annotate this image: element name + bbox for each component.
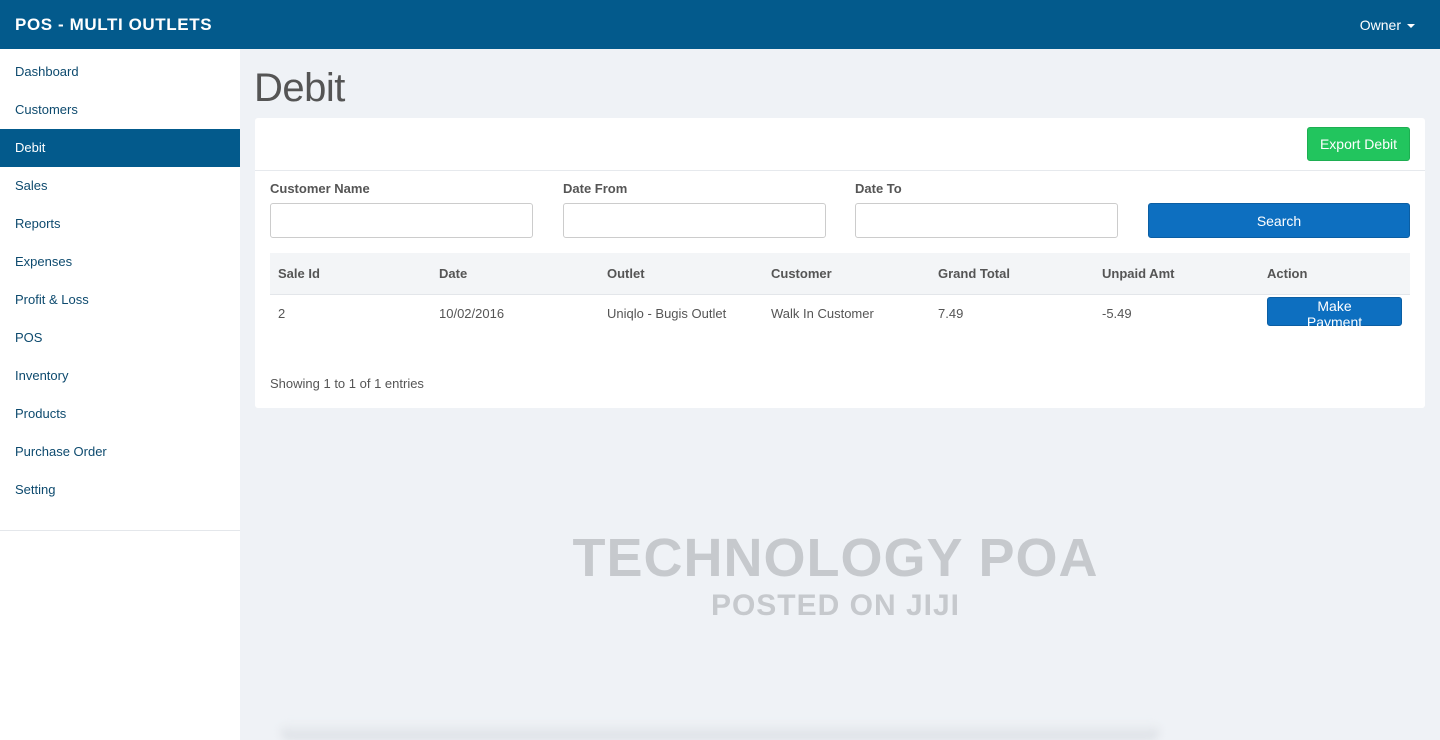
date-from-input[interactable]: [563, 203, 826, 238]
header-unpaid-amt[interactable]: Unpaid Amt: [1094, 253, 1259, 295]
header-date[interactable]: Date: [431, 253, 599, 295]
caret-down-icon: [1407, 23, 1415, 28]
sidebar-item-profit-loss[interactable]: Profit & Loss: [0, 281, 240, 319]
date-to-input[interactable]: [855, 203, 1118, 238]
cell-outlet: Uniqlo - Bugis Outlet: [607, 305, 727, 321]
sidebar-item-dashboard[interactable]: Dashboard: [0, 53, 240, 91]
user-menu[interactable]: Owner: [1360, 17, 1415, 33]
sidebar-item-inventory[interactable]: Inventory: [0, 357, 240, 395]
main-content: Debit Export Debit Customer Name Date Fr…: [240, 49, 1440, 740]
search-button[interactable]: Search: [1148, 203, 1410, 238]
cell-sale-id: 2: [278, 305, 286, 321]
sidebar-item-reports[interactable]: Reports: [0, 205, 240, 243]
sidebar-item-debit[interactable]: Debit: [0, 129, 240, 167]
export-debit-button[interactable]: Export Debit: [1306, 127, 1410, 161]
sidebar-item-expenses[interactable]: Expenses: [0, 243, 240, 281]
sidebar-item-customers[interactable]: Customers: [0, 91, 240, 129]
debit-table: Sale Id Date Outlet Customer Grand Total…: [270, 253, 1410, 332]
cell-customer: Walk In Customer: [771, 305, 874, 321]
table-header-row: Sale Id Date Outlet Customer Grand Total…: [270, 253, 1410, 295]
cell-grand-total: 7.49: [938, 305, 964, 321]
date-to-field: Date To: [855, 181, 1118, 238]
cell-unpaid-amt: -5.49: [1102, 305, 1132, 321]
top-navbar: POS - MULTI OUTLETS Owner: [0, 0, 1440, 49]
header-sale-id[interactable]: Sale Id: [270, 253, 431, 295]
sidebar-item-setting[interactable]: Setting: [0, 471, 240, 509]
customer-name-field: Customer Name: [270, 181, 533, 238]
header-action: Action: [1259, 253, 1410, 295]
table-info: Showing 1 to 1 of 1 entries: [270, 376, 424, 391]
sidebar-item-products[interactable]: Products: [0, 395, 240, 433]
header-grand-total[interactable]: Grand Total: [930, 253, 1094, 295]
sidebar-item-pos[interactable]: POS: [0, 319, 240, 357]
date-from-field: Date From: [563, 181, 826, 238]
sidebar-item-sales[interactable]: Sales: [0, 167, 240, 205]
page-title: Debit: [254, 66, 345, 110]
user-name: Owner: [1359, 16, 1401, 33]
debit-panel: Export Debit Customer Name Date From Dat…: [255, 118, 1425, 408]
cell-date: 10/02/2016: [439, 305, 505, 321]
filter-form: Customer Name Date From Date To Search: [270, 181, 1410, 241]
table-row: 2 10/02/2016 Uniqlo - Bugis Outlet Walk …: [270, 294, 1410, 332]
customer-name-input[interactable]: [270, 203, 533, 238]
sidebar-item-purchase-order[interactable]: Purchase Order: [0, 433, 240, 471]
customer-name-label: Customer Name: [270, 181, 370, 196]
header-outlet[interactable]: Outlet: [599, 253, 763, 295]
date-from-label: Date From: [563, 181, 628, 196]
sidebar-nav: Dashboard Customers Debit Sales Reports …: [0, 49, 240, 531]
make-payment-button[interactable]: Make Payment: [1267, 296, 1402, 330]
bottom-shadow: [280, 722, 1160, 740]
header-customer[interactable]: Customer: [763, 253, 930, 295]
panel-header: Export Debit: [255, 118, 1425, 171]
date-to-label: Date To: [855, 181, 902, 196]
sidebar: Dashboard Customers Debit Sales Reports …: [0, 49, 240, 740]
cell-action: Make Payment: [1259, 294, 1410, 332]
app-title[interactable]: POS - MULTI OUTLETS: [15, 15, 212, 35]
